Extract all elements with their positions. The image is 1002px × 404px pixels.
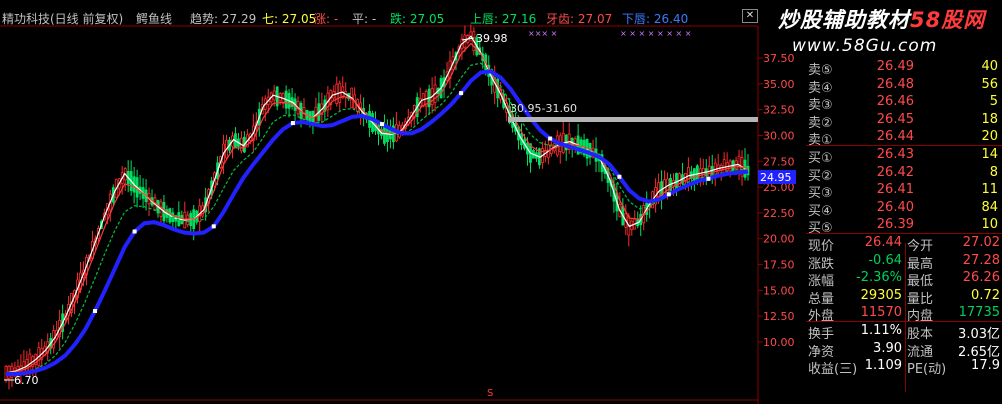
ask-row: 卖① 26.44 20 — [808, 129, 998, 149]
high-label: 39.98 — [476, 32, 508, 45]
stat-row: 外盘 11570 内盘 17735 — [808, 305, 1000, 325]
svg-text:××× ×: ××× × — [528, 29, 557, 38]
axis-tick-label: 10.00 — [763, 336, 795, 349]
ask-row: 卖③ 26.46 5 — [808, 94, 998, 114]
signal-dot — [666, 192, 671, 197]
axis-tick-label: 30.00 — [763, 129, 795, 142]
fund-row: 净资 3.90 流通 2.65亿 — [808, 340, 1000, 360]
axis-tick-label: 15.00 — [763, 284, 795, 297]
teeth-line — [5, 42, 749, 374]
lips-line — [5, 35, 749, 374]
stat-row: 涨幅 -2.36% 最低 26.26 — [808, 270, 1000, 290]
signal-dot — [290, 121, 295, 126]
axis-tick-label: 32.50 — [763, 104, 795, 117]
price-axis-ticks: 10.0012.5015.0017.5020.0022.5025.0027.50… — [758, 52, 795, 349]
median-line — [6, 62, 748, 374]
watermark-line2: www.58Gu.com — [792, 36, 938, 56]
bottom-marker: S — [487, 388, 493, 399]
quote-panel: 卖⑤ 26.49 40 卖④ 26.48 56 卖③ 26.46 5 卖② 26.45 18 卖① 26.… — [806, 56, 1002, 404]
bid-row: 买④ 26.40 84 — [808, 199, 998, 219]
column-separator — [905, 242, 906, 393]
stat-row: 现价 26.44 今开 27.02 — [808, 235, 1000, 254]
axis-tick-label: 20.00 — [763, 233, 795, 246]
signal-dot — [93, 309, 98, 314]
signal-dot — [706, 176, 711, 181]
signal-dot — [211, 224, 216, 229]
bid-row: 买③ 26.41 11 — [808, 182, 998, 202]
low-label: 6.70 — [14, 374, 39, 387]
ask-row: 卖⑤ 26.49 40 — [808, 59, 998, 78]
svg-text:× × × × × × × ×: × × × × × × × × — [620, 29, 691, 38]
stat-row: 总量 29305 量比 0.72 — [808, 287, 1000, 307]
axis-tick-label: 17.50 — [763, 259, 795, 272]
ask-row: 卖④ 26.48 56 — [808, 76, 998, 96]
alligator-lines — [5, 35, 749, 377]
fund-row: 收益(三) 1.109 PE(动) 17.9 — [808, 358, 1000, 378]
axis-tick-label: 12.50 — [763, 310, 795, 323]
bid-row: 买⑤ 26.39 10 — [808, 217, 998, 237]
fund-row: 换手 1.11% 股本 3.03亿 — [808, 323, 1000, 342]
axis-tick-label: 27.50 — [763, 155, 795, 168]
current-price-tag: 24.95 — [760, 171, 792, 184]
resistance-band — [508, 117, 758, 122]
watermark-line1: 炒股辅助教材58股网 — [778, 8, 986, 32]
signal-dot — [132, 229, 137, 234]
ask-row: 卖② 26.45 18 — [808, 111, 998, 131]
signal-dot — [548, 136, 553, 141]
stat-row: 涨跌 -0.64 最高 27.28 — [808, 252, 1000, 272]
axis-tick-label: 22.50 — [763, 207, 795, 220]
bid-row: 买② 26.42 8 — [808, 164, 998, 184]
signal-dot — [379, 122, 384, 127]
signal-dot — [617, 174, 622, 179]
top-markers: ××× × × × × × × × × × — [528, 29, 691, 38]
bid-row: 买① 26.43 14 — [808, 147, 998, 166]
signal-dot — [459, 91, 464, 96]
range-label: 30.95-31.60 — [510, 102, 577, 115]
axis-tick-label: 35.00 — [763, 78, 795, 91]
